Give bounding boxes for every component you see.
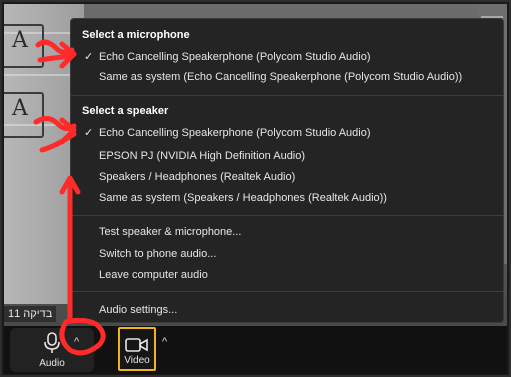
- menu-item-label: Speakers / Headphones (Realtek Audio): [99, 171, 296, 183]
- video-camera-icon: [125, 338, 148, 352]
- speaker-option-realtek[interactable]: Speakers / Headphones (Realtek Audio): [71, 167, 503, 187]
- audio-label: Audio: [39, 358, 65, 369]
- audio-button[interactable]: Audio: [10, 328, 94, 372]
- menu-item-label: Same as system (Echo Cancelling Speakerp…: [99, 71, 463, 83]
- microphone-icon: [44, 332, 60, 353]
- menu-item-label: Leave computer audio: [99, 269, 208, 281]
- menu-item-label: Switch to phone audio...: [99, 248, 217, 260]
- microphone-option-same-as-system[interactable]: Same as system (Echo Cancelling Speakerp…: [71, 67, 503, 87]
- audio-device-menu: Select a microphone ✓ Echo Cancelling Sp…: [70, 18, 504, 323]
- speaker-option-same-as-system[interactable]: Same as system (Speakers / Headphones (R…: [71, 188, 503, 208]
- microphone-option-polycom[interactable]: ✓ Echo Cancelling Speakerphone (Polycom …: [71, 47, 503, 67]
- video-label: Video: [124, 355, 150, 366]
- video-button[interactable]: Video: [118, 327, 156, 371]
- test-speaker-microphone-item[interactable]: Test speaker & microphone...: [71, 222, 503, 242]
- menu-divider: [71, 215, 503, 216]
- menu-divider: [71, 291, 503, 292]
- meeting-toolbar: Audio ^ Video ^: [4, 326, 507, 374]
- checkmark-icon: ✓: [84, 51, 94, 63]
- menu-divider: [71, 95, 503, 96]
- video-options-caret-up-icon[interactable]: ^: [162, 336, 167, 348]
- menu-item-label: Audio settings...: [99, 304, 178, 316]
- participant-name-tag: בדיקה 11: [4, 306, 57, 322]
- menu-item-label: Echo Cancelling Speakerphone (Polycom St…: [99, 51, 371, 63]
- speaker-option-polycom[interactable]: ✓ Echo Cancelling Speakerphone (Polycom …: [71, 123, 503, 143]
- microphone-section-header: Select a microphone: [82, 29, 190, 41]
- switch-to-phone-audio-item[interactable]: Switch to phone audio...: [71, 244, 503, 264]
- audio-options-caret-up-icon[interactable]: ^: [74, 336, 79, 348]
- speaker-option-epson[interactable]: EPSON PJ (NVIDIA High Definition Audio): [71, 146, 503, 166]
- audio-settings-item[interactable]: Audio settings...: [71, 300, 503, 320]
- speaker-section-header: Select a speaker: [82, 105, 169, 117]
- menu-item-label: Echo Cancelling Speakerphone (Polycom St…: [99, 127, 371, 139]
- leave-computer-audio-item[interactable]: Leave computer audio: [71, 265, 503, 285]
- menu-item-label: EPSON PJ (NVIDIA High Definition Audio): [99, 150, 306, 162]
- menu-item-label: Test speaker & microphone...: [99, 226, 242, 238]
- checkmark-icon: ✓: [84, 127, 94, 139]
- menu-item-label: Same as system (Speakers / Headphones (R…: [99, 192, 387, 204]
